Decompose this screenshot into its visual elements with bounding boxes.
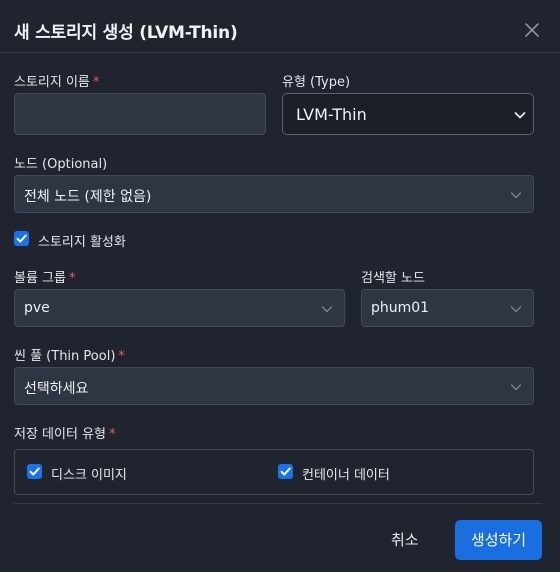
volume-group-select-value: pve bbox=[24, 300, 50, 316]
nodes-select[interactable]: 전체 노드 (제한 없음) bbox=[14, 175, 534, 213]
container-data-label[interactable]: 컨테이너 데이터 bbox=[302, 464, 390, 483]
nodes-select-value: 전체 노드 (제한 없음) bbox=[24, 189, 152, 205]
required-marker: * bbox=[109, 427, 116, 442]
thin-pool-select-value: 선택하세요 bbox=[24, 381, 89, 397]
chevron-down-icon bbox=[510, 384, 522, 391]
volume-group-label: 볼륨 그룹 * bbox=[14, 271, 76, 286]
close-icon[interactable] bbox=[522, 20, 542, 40]
required-marker: * bbox=[118, 349, 125, 364]
nodes-label: 노드 (Optional) bbox=[14, 157, 108, 172]
type-select-value: LVM-Thin bbox=[296, 105, 367, 124]
required-marker: * bbox=[92, 75, 100, 90]
thin-pool-select[interactable]: 선택하세요 bbox=[14, 367, 534, 405]
storage-name-input[interactable] bbox=[14, 93, 266, 135]
container-data-checkbox[interactable] bbox=[278, 464, 293, 479]
disk-image-label[interactable]: 디스크 이미지 bbox=[51, 464, 127, 483]
chevron-down-icon bbox=[510, 192, 522, 199]
type-label: 유형 (Type) bbox=[282, 75, 351, 90]
scan-node-label: 검색할 노드 bbox=[361, 271, 425, 286]
check-icon bbox=[29, 467, 40, 476]
volume-group-select[interactable]: pve bbox=[14, 289, 345, 327]
type-select[interactable]: LVM-Thin bbox=[282, 93, 534, 135]
chevron-down-icon bbox=[321, 306, 333, 313]
storage-name-label: 스토리지 이름 * bbox=[14, 75, 100, 90]
required-marker: * bbox=[68, 271, 76, 286]
check-icon bbox=[280, 467, 291, 476]
create-storage-dialog: 새 스토리지 생성 (LVM-Thin) 스토리지 이름 * 유형 (Type) … bbox=[0, 0, 560, 572]
dialog-title: 새 스토리지 생성 (LVM-Thin) bbox=[14, 23, 238, 43]
content-types-label: 저장 데이터 유형 * bbox=[14, 427, 116, 442]
cancel-button[interactable]: 취소 bbox=[391, 529, 419, 550]
footer-divider bbox=[14, 503, 542, 504]
disk-image-checkbox[interactable] bbox=[27, 464, 42, 479]
scan-node-select-value: phum01 bbox=[371, 300, 430, 316]
create-button[interactable]: 생성하기 bbox=[455, 520, 542, 560]
scan-node-select[interactable]: phum01 bbox=[361, 289, 534, 327]
enable-storage-checkbox[interactable] bbox=[14, 231, 29, 246]
dialog-header: 새 스토리지 생성 (LVM-Thin) bbox=[0, 0, 560, 53]
chevron-down-icon bbox=[514, 112, 526, 119]
thin-pool-label: 씬 풀 (Thin Pool) * bbox=[14, 349, 125, 364]
check-icon bbox=[16, 234, 27, 243]
enable-storage-label[interactable]: 스토리지 활성화 bbox=[38, 231, 126, 250]
chevron-down-icon bbox=[510, 306, 522, 313]
